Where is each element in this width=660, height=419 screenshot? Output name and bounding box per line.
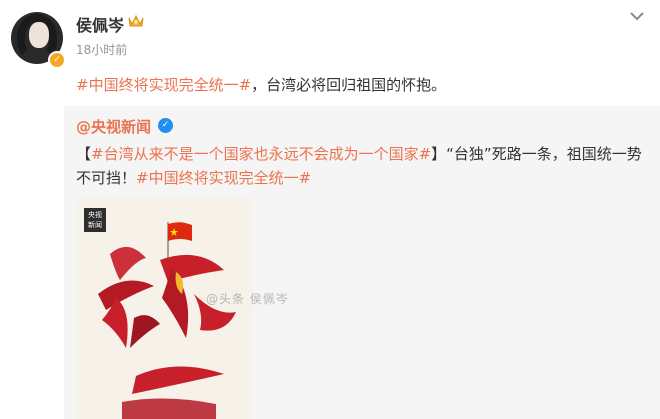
repost-text: 【#台湾从来不是一个国家也永远不会成为一个国家#】“台独”死路一条，祖国统一势不…	[76, 142, 654, 190]
weibo-post: ✓ 侯佩岑 18小时前 #中国终将实现完全统一#，台湾必将回归祖国的怀抱。	[0, 0, 660, 106]
crown-icon	[128, 14, 144, 27]
repost-card[interactable]: @央视新闻 ✓ 【#台湾从来不是一个国家也永远不会成为一个国家#】“台独”死路一…	[64, 106, 660, 419]
cctv-news-logo: 央视 新闻	[84, 208, 106, 232]
verified-icon: ✓	[48, 51, 66, 69]
post-time[interactable]: 18小时前	[76, 41, 127, 58]
logo-line1: 央视	[88, 211, 102, 219]
author-name[interactable]: 侯佩岑	[76, 12, 124, 36]
chevron-down-icon[interactable]	[628, 9, 646, 23]
post-image[interactable]: 央视 新闻	[76, 198, 252, 419]
watermark: @头条 侯佩岑	[206, 292, 289, 306]
logo-line2: 新闻	[88, 221, 102, 229]
post-text: #中国终将实现完全统一#，台湾必将回归祖国的怀抱。	[76, 74, 446, 95]
bracket-open: 【	[76, 145, 92, 163]
avatar-face	[29, 22, 49, 48]
verified-icon: ✓	[158, 118, 173, 133]
hashtag-link[interactable]: #台湾从来不是一个国家也永远不会成为一个国家#	[91, 145, 431, 163]
post-body: ，台湾必将回归祖国的怀抱。	[251, 76, 447, 94]
repost-author[interactable]: @央视新闻	[76, 116, 151, 137]
hashtag-link[interactable]: #中国终将实现完全统一#	[76, 76, 251, 94]
hashtag-link[interactable]: #中国终将实现完全统一#	[136, 169, 311, 187]
